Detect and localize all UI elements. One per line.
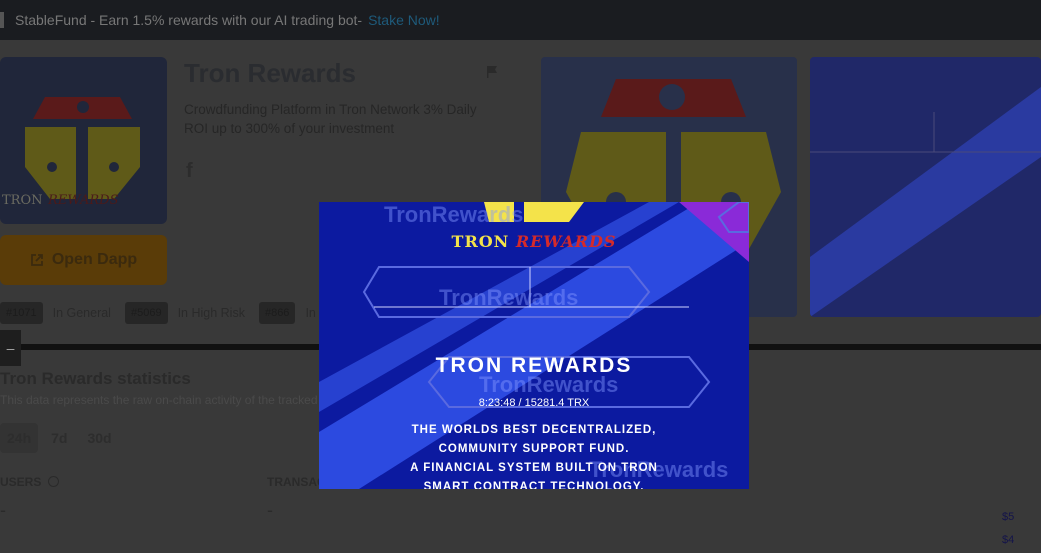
overlay-line: A FINANCIAL SYSTEM BUILT ON TRON (410, 462, 658, 474)
users-label-text: USERS (0, 475, 42, 489)
overlay-line: SMART CONTRACT TECHNOLOGY. (423, 481, 645, 489)
overlay-line: THE WORLDS BEST DECENTRALIZED, (411, 424, 657, 436)
stats-title: Tron Rewards statistics (0, 369, 191, 388)
overlay-stat: 8:23:48 / 15281.4 TRX (478, 397, 590, 409)
facebook-icon[interactable]: f (186, 160, 193, 183)
promo-banner: StableFund - Earn 1.5% rewards with our … (0, 0, 1041, 40)
stats-subtitle: This data represents the raw on-chain ac… (0, 393, 318, 407)
overlay-title: TRON REWARDS (435, 354, 633, 377)
axis-label: $4 (1002, 534, 1015, 546)
banner-accent-bar (0, 12, 4, 28)
period-tabs: 24h 7d 30d (0, 423, 119, 453)
collapse-icon[interactable]: – (0, 330, 21, 366)
promo-art-icon (810, 87, 1041, 317)
screenshot-thumbnail-2[interactable] (810, 57, 1041, 317)
watermark-text: TronRewards (439, 285, 579, 310)
watermark-text: TronRewards (384, 202, 524, 227)
overlay-brand-b: REWARDS (515, 232, 617, 251)
external-link-icon (30, 254, 43, 266)
rank-label-general: In General (52, 306, 111, 320)
svg-text:TRON: TRON (2, 193, 43, 208)
transactions-label: TRANSAC (267, 475, 326, 489)
rank-label-high-risk: In High Risk (177, 306, 245, 320)
lightbox-image[interactable]: TronRewards TronRewards TronRewards Tron… (319, 202, 749, 489)
rank-row: #1071 In General #5069 In High Risk #866… (0, 302, 330, 324)
transactions-value: - (267, 500, 273, 520)
rank-badge-general: #1071 (0, 302, 43, 324)
overlay-line: COMMUNITY SUPPORT FUND. (438, 443, 630, 455)
app-title: Tron Rewards (184, 58, 356, 88)
tab-24h[interactable]: 24h (0, 423, 39, 453)
open-dapp-button[interactable]: Open Dapp (0, 235, 167, 285)
info-icon[interactable] (47, 476, 59, 487)
tron-rewards-logo-icon: TRON REWARDS (2, 97, 140, 208)
tab-30d[interactable]: 30d (80, 423, 118, 453)
open-dapp-label: Open Dapp (51, 251, 138, 268)
overlay-brand-a: TRON (451, 232, 510, 251)
svg-text:REWARDS: REWARDS (47, 193, 119, 208)
users-label: USERS (0, 475, 59, 489)
rank-badge-category: #866 (258, 302, 296, 324)
overlay-brand: TRON REWARDS (319, 232, 749, 251)
stake-now-link[interactable]: Stake Now! (368, 12, 440, 28)
app-logo: TRON REWARDS (0, 57, 167, 224)
users-value: - (0, 500, 6, 520)
flag-icon[interactable] (486, 65, 498, 79)
banner-text: StableFund - Earn 1.5% rewards with our … (15, 12, 363, 28)
rank-label-category: In (305, 306, 316, 320)
rank-badge-high-risk: #5069 (124, 302, 168, 324)
app-description: Crowdfunding Platform in Tron Network 3%… (184, 102, 477, 136)
axis-label: $5 (1002, 511, 1015, 523)
tab-7d[interactable]: 7d (44, 423, 74, 453)
